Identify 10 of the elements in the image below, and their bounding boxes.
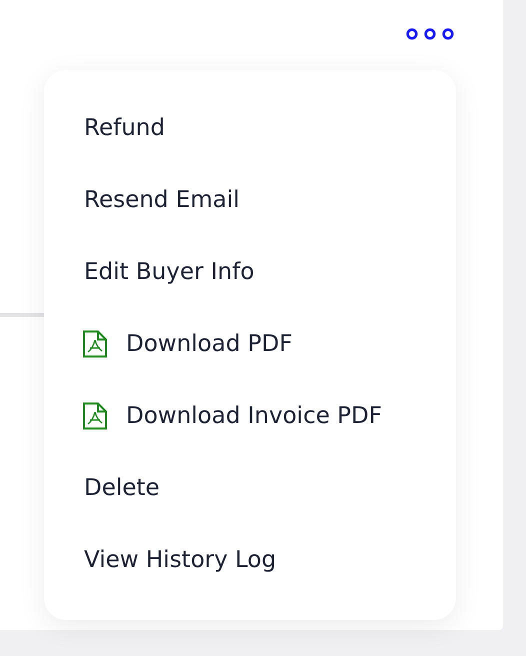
menu-item[interactable]: Resend Email bbox=[44, 164, 456, 236]
pdf-file-icon bbox=[82, 402, 108, 430]
menu-item[interactable]: View History Log bbox=[44, 524, 456, 596]
menu-item[interactable]: Download Invoice PDF bbox=[44, 380, 456, 452]
menu-item[interactable]: Edit Buyer Info bbox=[44, 236, 456, 308]
menu-item[interactable]: Refund bbox=[44, 92, 456, 164]
more-icon bbox=[406, 28, 454, 40]
menu-item[interactable]: Delete bbox=[44, 452, 456, 524]
menu-item[interactable]: Download PDF bbox=[44, 308, 456, 380]
pdf-file-icon bbox=[82, 330, 108, 358]
